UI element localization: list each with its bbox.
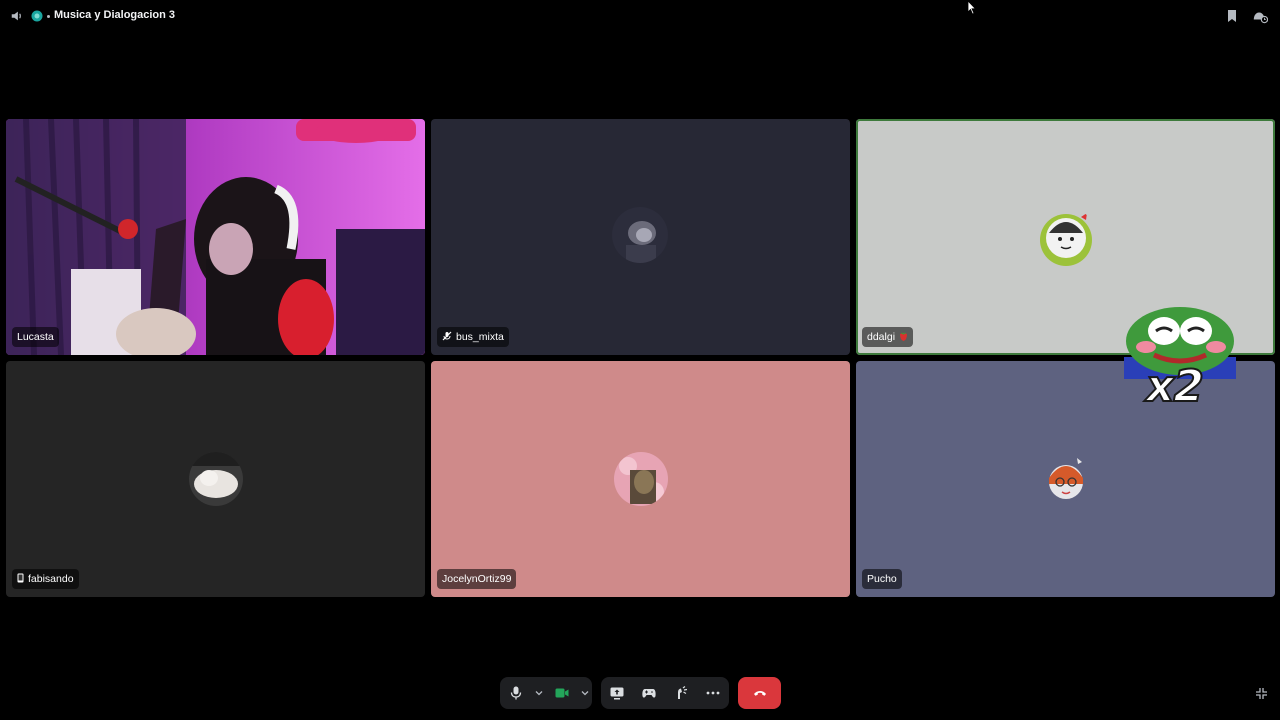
top-bar: Musica y Dialogacion 3	[0, 0, 1280, 32]
chevron-down-icon	[535, 691, 543, 696]
camera-icon	[555, 688, 569, 698]
participant-name-tag: Lucasta	[12, 327, 59, 347]
participant-tile-fabisando[interactable]: fabisando	[6, 361, 425, 597]
mouse-cursor	[967, 0, 977, 20]
camera-feed	[6, 119, 425, 355]
server-icon[interactable]	[29, 8, 45, 24]
microphone-icon	[510, 686, 522, 700]
channel-title: Musica y Dialogacion 3	[54, 9, 176, 21]
more-options-button[interactable]	[697, 677, 729, 709]
gamepad-icon	[642, 688, 656, 698]
participant-name-tag: ddalgi	[862, 327, 914, 347]
participant-tile-lucasta[interactable]: Lucasta	[6, 119, 425, 355]
muted-microphone-icon	[442, 331, 452, 344]
collapse-button[interactable]	[1253, 685, 1269, 701]
avatar	[614, 452, 668, 506]
av-controls	[500, 677, 592, 709]
participant-name: Pucho	[867, 573, 897, 585]
participant-name: Lucasta	[17, 331, 54, 343]
avatar	[1035, 207, 1097, 269]
separator-dot	[47, 15, 50, 18]
participant-tile-bus-mixta[interactable]: bus_mixta	[431, 119, 850, 355]
participant-name-tag: bus_mixta	[437, 327, 509, 347]
soundboard-icon	[678, 686, 688, 699]
camera-button[interactable]	[546, 677, 578, 709]
activity-icon[interactable]	[1252, 8, 1268, 24]
activities-button[interactable]	[633, 677, 665, 709]
participant-name: JocelynOrtiz99	[442, 573, 512, 585]
microphone-button[interactable]	[500, 677, 532, 709]
screen-share-button[interactable]	[601, 677, 633, 709]
sticker-label: x2	[1145, 360, 1205, 413]
participant-name-tag: fabisando	[12, 569, 79, 589]
chevron-down-icon	[581, 691, 589, 696]
collapse-icon	[1255, 687, 1267, 699]
camera-options-button[interactable]	[578, 677, 592, 709]
bookmark-icon[interactable]	[1224, 8, 1240, 24]
participant-name-tag: JocelynOrtiz99	[437, 569, 517, 589]
avatar	[612, 207, 668, 263]
speaker-icon[interactable]	[9, 8, 25, 24]
screen-share-icon	[610, 687, 624, 699]
avatar	[189, 452, 243, 506]
participant-name: bus_mixta	[456, 331, 504, 343]
activity-controls	[601, 677, 729, 709]
mobile-phone-icon	[17, 573, 24, 586]
avatar	[1039, 452, 1093, 506]
participant-name-tag: Pucho	[862, 569, 902, 589]
participant-name: ddalgi	[867, 331, 896, 343]
microphone-options-button[interactable]	[532, 677, 546, 709]
participant-name: fabisando	[28, 573, 74, 585]
more-icon	[706, 691, 720, 695]
pepe-sticker: x2	[1124, 305, 1236, 413]
strawberry-emoji-icon	[899, 331, 908, 344]
hang-up-icon	[753, 691, 766, 696]
soundboard-button[interactable]	[665, 677, 697, 709]
participant-tile-jocelynortiz99[interactable]: JocelynOrtiz99	[431, 361, 850, 597]
disconnect-button[interactable]	[738, 677, 781, 709]
